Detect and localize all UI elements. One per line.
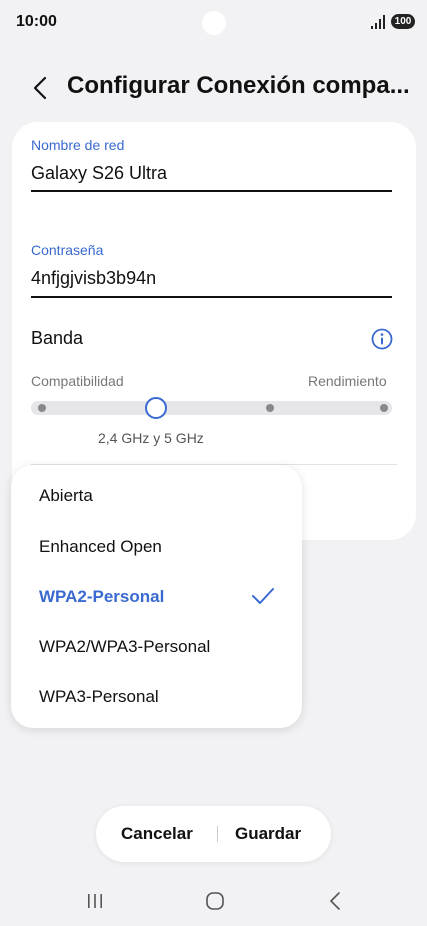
recents-button[interactable] bbox=[80, 890, 110, 912]
info-icon[interactable] bbox=[371, 328, 393, 350]
network-name-input[interactable]: Galaxy S26 Ultra bbox=[31, 163, 167, 184]
action-separator bbox=[217, 826, 218, 842]
band-slider-thumb[interactable] bbox=[145, 397, 167, 419]
home-button[interactable] bbox=[200, 890, 230, 912]
nav-back-icon bbox=[330, 892, 340, 910]
menu-item-wpa3-personal[interactable]: WPA3-Personal bbox=[39, 687, 159, 707]
band-left-label: Compatibilidad bbox=[31, 373, 124, 389]
recents-icon bbox=[88, 894, 102, 908]
band-selected-value: 2,4 GHz y 5 GHz bbox=[98, 430, 204, 446]
home-icon bbox=[206, 892, 224, 910]
back-button[interactable] bbox=[26, 72, 54, 104]
signal-icon bbox=[371, 15, 385, 29]
camera-cutout bbox=[202, 11, 226, 35]
band-right-label: Rendimiento bbox=[308, 373, 387, 389]
nav-back-button[interactable] bbox=[320, 890, 350, 912]
check-icon bbox=[252, 588, 274, 604]
page-title: Configurar Conexión compa... bbox=[67, 72, 410, 99]
menu-item-wpa2-personal[interactable]: WPA2-Personal bbox=[39, 587, 164, 607]
menu-item-wpa2-wpa3-personal[interactable]: WPA2/WPA3-Personal bbox=[39, 637, 210, 657]
back-icon bbox=[33, 76, 47, 100]
network-name-label: Nombre de red bbox=[31, 137, 125, 153]
security-dropdown-menu: Abierta Enhanced Open WPA2-Personal WPA2… bbox=[11, 465, 302, 728]
battery-icon: 100 bbox=[391, 14, 415, 29]
cancel-button[interactable]: Cancelar bbox=[121, 824, 193, 844]
band-slider[interactable] bbox=[31, 401, 392, 415]
band-label: Banda bbox=[31, 328, 84, 348]
network-name-underline bbox=[31, 190, 392, 192]
password-underline bbox=[31, 296, 392, 298]
action-bar: Cancelar Guardar bbox=[96, 806, 331, 862]
menu-item-abierta[interactable]: Abierta bbox=[39, 486, 93, 506]
slider-step bbox=[266, 404, 274, 412]
menu-item-enhanced-open[interactable]: Enhanced Open bbox=[39, 537, 162, 557]
save-button[interactable]: Guardar bbox=[235, 824, 301, 844]
status-time: 10:00 bbox=[16, 13, 57, 30]
slider-step bbox=[38, 404, 46, 412]
password-input[interactable]: 4nfjgjvisb3b94n bbox=[31, 268, 156, 289]
password-label: Contraseña bbox=[31, 242, 104, 258]
slider-step bbox=[380, 404, 388, 412]
